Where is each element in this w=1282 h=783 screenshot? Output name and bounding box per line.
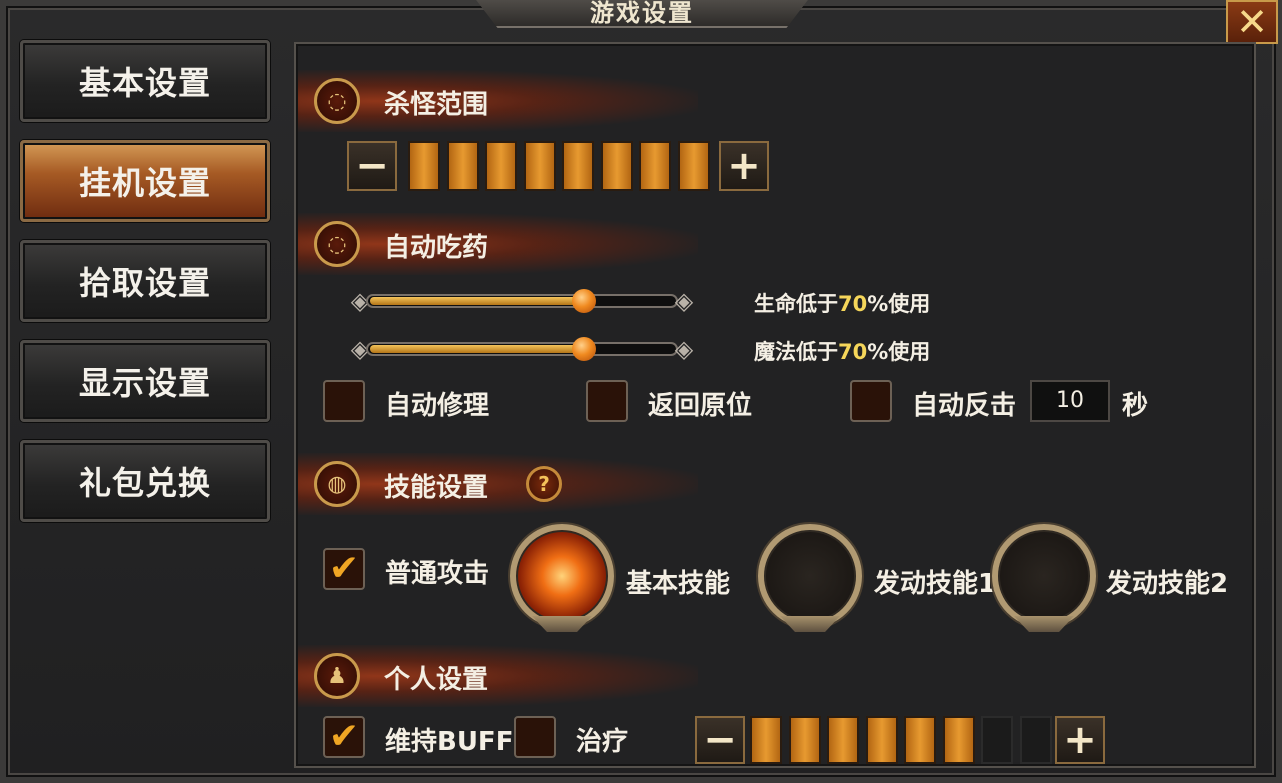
sidebar-item-pickup[interactable]: 拾取设置 bbox=[20, 240, 270, 322]
hp-label-prefix: 生命低于 bbox=[754, 292, 838, 316]
sidebar-item-label: 基本设置 bbox=[78, 64, 211, 102]
stepper-segment bbox=[639, 141, 671, 191]
stepper-segment bbox=[485, 141, 517, 191]
section-title: 技能设置 bbox=[384, 473, 489, 503]
personal-plus-button[interactable]: + bbox=[1055, 716, 1105, 764]
section-header-skill: ◍ 技能设置 bbox=[298, 453, 698, 515]
close-icon: ✕ bbox=[1236, 0, 1268, 44]
stepper-segment bbox=[788, 716, 821, 764]
heal-checkbox[interactable] bbox=[514, 716, 556, 758]
kill-range-plus-button[interactable]: + bbox=[719, 141, 769, 191]
active-skill-1-slot[interactable] bbox=[758, 524, 862, 628]
stepper-segment bbox=[942, 716, 975, 764]
mp-label-prefix: 魔法低于 bbox=[754, 340, 838, 364]
hp-label-suffix: %使用 bbox=[867, 292, 931, 316]
slider-track bbox=[366, 342, 678, 356]
normal-attack-label: 普通攻击 bbox=[385, 559, 490, 589]
stepper-segment bbox=[827, 716, 859, 764]
slider-knob[interactable] bbox=[572, 289, 597, 313]
hp-label-value: 70 bbox=[838, 292, 868, 316]
stepper-segment bbox=[677, 141, 710, 191]
maintain-buff-checkbox[interactable]: ✔ bbox=[323, 716, 365, 758]
auto-counter-label: 自动反击 bbox=[912, 391, 1017, 421]
active-skill-1-label: 发动技能1 bbox=[874, 569, 997, 599]
help-button[interactable]: ? bbox=[526, 466, 562, 502]
mp-label-suffix: %使用 bbox=[867, 340, 931, 364]
section-title: 杀怪范围 bbox=[384, 90, 489, 120]
auto-repair-checkbox[interactable] bbox=[323, 380, 365, 422]
sidebar-item-afk[interactable]: 挂机设置 bbox=[20, 140, 270, 222]
slider-right-cap-icon: ◈ bbox=[674, 287, 694, 315]
heal-label: 治疗 bbox=[576, 727, 629, 757]
window-title: 游戏设置 bbox=[590, 0, 694, 27]
stepper-segment bbox=[1019, 716, 1052, 764]
stepper-segment bbox=[865, 716, 898, 764]
slider-right-cap-icon: ◈ bbox=[674, 335, 694, 363]
basic-skill-label: 基本技能 bbox=[626, 569, 731, 599]
personal-minus-button[interactable]: − bbox=[695, 716, 745, 764]
sidebar-item-label: 拾取设置 bbox=[78, 264, 211, 302]
stepper-segment bbox=[981, 716, 1013, 764]
checkmark-icon: ✔ bbox=[328, 716, 360, 757]
plus-icon: + bbox=[727, 143, 761, 189]
active-skill-2-slot[interactable] bbox=[992, 524, 1096, 628]
normal-attack-checkbox[interactable]: ✔ bbox=[323, 548, 365, 590]
slider-knob[interactable] bbox=[572, 337, 597, 361]
section-title: 个人设置 bbox=[384, 665, 489, 695]
mp-threshold-label: 魔法低于70%使用 bbox=[754, 336, 930, 366]
stepper-segment bbox=[446, 141, 479, 191]
checkmark-icon: ✔ bbox=[328, 548, 360, 589]
minus-icon: − bbox=[703, 717, 737, 763]
stepper-segment bbox=[750, 716, 782, 764]
stepper-segment bbox=[600, 141, 633, 191]
sidebar-item-label: 显示设置 bbox=[78, 364, 211, 402]
section-header-auto-potion: ◌ 自动吃药 bbox=[298, 213, 698, 275]
active-skill-2-label: 发动技能2 bbox=[1106, 569, 1229, 599]
slider-fill bbox=[370, 345, 585, 353]
sidebar-item-display[interactable]: 显示设置 bbox=[20, 340, 270, 422]
close-button[interactable]: ✕ bbox=[1226, 0, 1278, 44]
hp-threshold-slider[interactable]: ◈ ◈ bbox=[350, 288, 694, 314]
hp-threshold-label: 生命低于70%使用 bbox=[754, 288, 930, 318]
volleyball-icon: ◍ bbox=[314, 461, 360, 507]
kill-range-minus-button[interactable]: − bbox=[347, 141, 397, 191]
section-title: 自动吃药 bbox=[384, 233, 489, 263]
auto-counter-checkbox[interactable] bbox=[850, 380, 892, 422]
section-header-personal: ♟ 个人设置 bbox=[298, 645, 698, 707]
stepper-segment bbox=[562, 141, 594, 191]
sidebar-item-label: 挂机设置 bbox=[78, 164, 211, 202]
stepper-segment bbox=[523, 141, 556, 191]
section-header-kill-range: ◌ 杀怪范围 bbox=[298, 70, 698, 132]
plus-icon: + bbox=[1063, 717, 1097, 763]
minus-icon: − bbox=[355, 143, 389, 189]
return-origin-checkbox[interactable] bbox=[586, 380, 628, 422]
mp-label-value: 70 bbox=[838, 340, 868, 364]
slider-fill bbox=[370, 297, 585, 305]
title-plate: 游戏设置 bbox=[470, 0, 814, 28]
target-dots-icon: ◌ bbox=[314, 78, 360, 124]
counter-seconds-input[interactable]: 10 bbox=[1030, 380, 1110, 422]
basic-skill-slot[interactable] bbox=[510, 524, 614, 628]
counter-unit-label: 秒 bbox=[1122, 391, 1149, 421]
target-dots-icon: ◌ bbox=[314, 221, 360, 267]
person-icon: ♟ bbox=[314, 653, 360, 699]
sidebar-item-basic[interactable]: 基本设置 bbox=[20, 40, 270, 122]
stepper-segment bbox=[408, 141, 440, 191]
mp-threshold-slider[interactable]: ◈ ◈ bbox=[350, 336, 694, 362]
sidebar-item-gift-code[interactable]: 礼包兑换 bbox=[20, 440, 270, 522]
auto-repair-label: 自动修理 bbox=[385, 391, 490, 421]
return-origin-label: 返回原位 bbox=[648, 391, 753, 421]
stepper-segment bbox=[904, 716, 936, 764]
slider-track bbox=[366, 294, 678, 308]
question-icon: ? bbox=[538, 472, 550, 496]
sidebar-item-label: 礼包兑换 bbox=[78, 464, 211, 502]
maintain-buff-label: 维持BUFF bbox=[385, 727, 514, 757]
